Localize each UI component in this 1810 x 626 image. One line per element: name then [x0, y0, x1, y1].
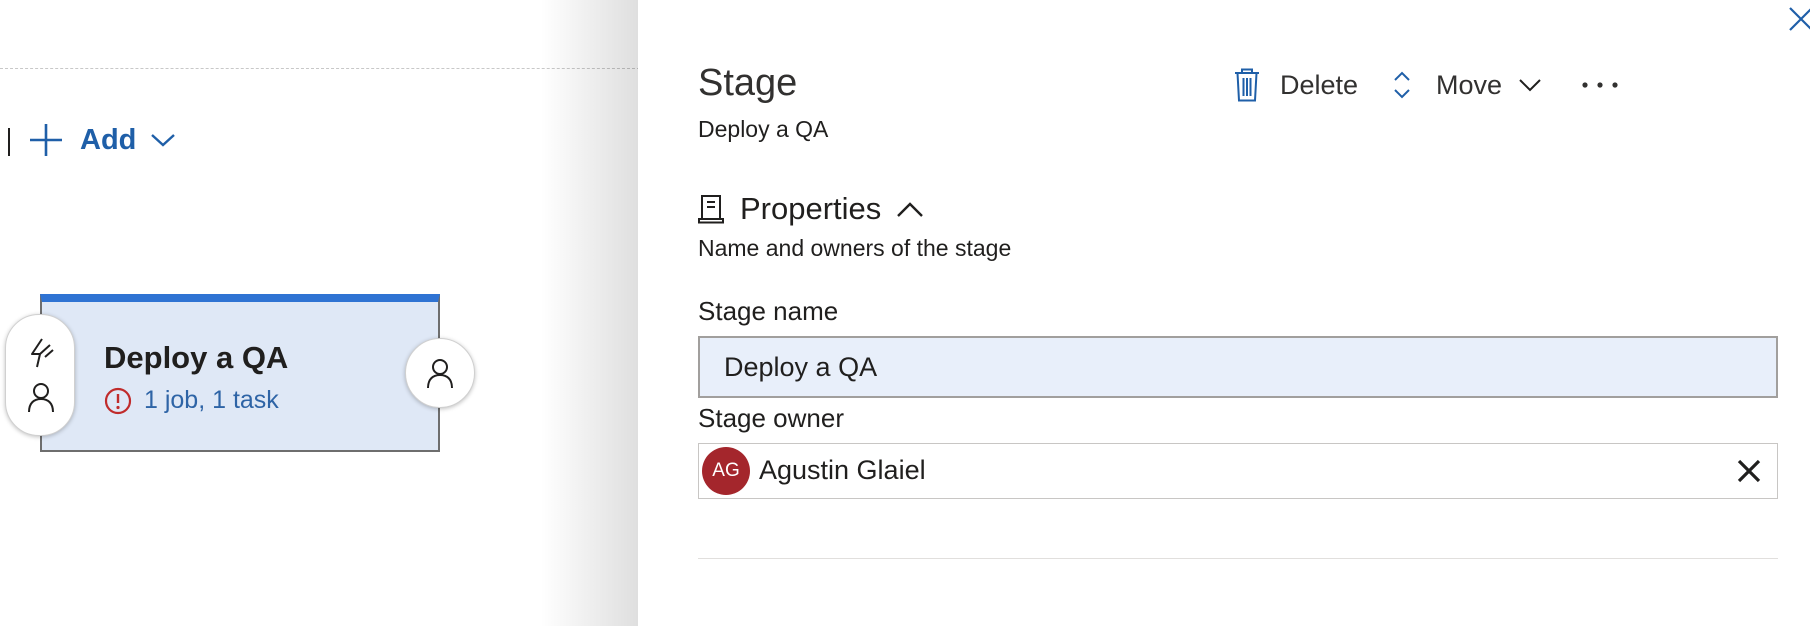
move-button[interactable]: Move [1392, 70, 1542, 101]
person-icon [28, 383, 54, 413]
toolbar-separator [8, 128, 10, 156]
move-button-label: Move [1436, 69, 1503, 100]
panel-subtitle: Deploy a QA [698, 116, 829, 142]
avatar: AG [702, 447, 750, 495]
pre-deployment-conditions[interactable] [5, 314, 75, 436]
stage-card-summary[interactable]: 1 job, 1 task [104, 386, 279, 415]
delete-button-label: Delete [1280, 69, 1359, 100]
panel-shadow [540, 0, 640, 626]
lightning-icon [31, 338, 54, 368]
warning-circle-icon [104, 387, 132, 414]
stage-owner-name: Agustin Glaiel [759, 455, 926, 485]
panel-title: Stage [698, 62, 798, 104]
person-icon [427, 359, 453, 389]
properties-heading: Properties [740, 191, 882, 226]
form-icon [698, 195, 724, 224]
chevron-down-icon[interactable] [150, 132, 176, 148]
plus-icon [30, 124, 62, 156]
chevron-up-icon[interactable] [895, 200, 925, 218]
stage-name-label: Stage name [698, 296, 839, 326]
post-deployment-conditions[interactable] [405, 338, 475, 408]
stage-owner-label: Stage owner [698, 403, 844, 433]
stage-owner-picker[interactable]: AG Agustin Glaiel [698, 443, 1778, 499]
more-options-icon[interactable] [1580, 80, 1620, 90]
chevron-down-icon [1519, 79, 1541, 92]
trash-icon [1235, 68, 1259, 102]
delete-button[interactable]: Delete [1234, 68, 1358, 102]
panel-toolbar: Delete Move [1234, 68, 1620, 102]
stage-card[interactable]: Deploy a QA 1 job, 1 task [40, 294, 440, 452]
stage-card-summary-text[interactable]: 1 job, 1 task [144, 386, 279, 415]
add-button-label: Add [80, 123, 137, 156]
properties-section-header: Properties [698, 191, 925, 227]
add-button[interactable]: Add [28, 122, 176, 158]
section-divider [698, 558, 1778, 559]
stage-properties-panel: Stage Deploy a QA Delete Move Properties… [638, 0, 1810, 626]
up-down-arrow-icon [1394, 71, 1410, 99]
stage-name-input[interactable] [698, 336, 1778, 398]
remove-owner-icon[interactable] [1736, 458, 1762, 484]
stage-card-title: Deploy a QA [104, 340, 289, 375]
properties-description: Name and owners of the stage [698, 235, 1012, 261]
close-icon[interactable] [1786, 4, 1810, 34]
